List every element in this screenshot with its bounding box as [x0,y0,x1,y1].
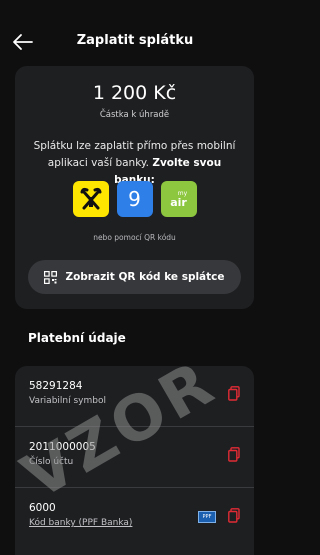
detail-row-variable-symbol: 58291284 Variabilní symbol [15,366,254,427]
copy-icon[interactable] [228,508,240,523]
copy-icon[interactable] [228,386,240,401]
detail-row-account-number: 2011000005 Číslo účtu [15,427,254,488]
payment-card: 1 200 Kč Částka k úhradě Splátku lze zap… [15,66,254,309]
bank-list: 9 my air [15,181,254,217]
details-title: Platební údaje [28,331,126,345]
header: Zaplatit splátku [0,0,270,60]
page-title: Zaplatit splátku [76,33,194,48]
qr-hint: nebo pomocí QR kódu [93,233,176,242]
show-qr-button[interactable]: Zobrazit QR kód ke splátce [28,260,241,294]
amount-value: 1 200 Kč [92,82,177,104]
bank-raiffeisen-button[interactable] [72,181,109,217]
account-number-value: 2011000005 [29,441,96,453]
raiffeisen-logo-icon [80,187,101,210]
amount-label: Částka k úhradě [99,110,170,120]
bank-george-button[interactable]: 9 [116,181,153,217]
variable-symbol-label: Variabilní symbol [29,396,106,406]
payment-details: 58291284 Variabilní symbol 2011000005 Čí… [15,366,254,555]
bank-airbank-button[interactable]: my air [160,181,197,217]
qr-code-icon [44,270,58,284]
airbank-logo-text: air [170,196,187,209]
ppf-logo-icon: PPF [198,511,216,523]
variable-symbol-value: 58291284 [29,380,83,392]
copy-icon[interactable] [228,447,240,462]
show-qr-button-label: Zobrazit QR kód ke splátce [65,271,225,283]
account-number-label: Číslo účtu [29,457,74,467]
bank-code-value: 6000 [29,502,56,514]
detail-row-bank-code: 6000 Kód banky (PPF Banka) PPF [15,488,254,548]
george-logo-icon: 9 [128,187,141,211]
bank-code-label[interactable]: Kód banky (PPF Banka) [29,518,132,528]
